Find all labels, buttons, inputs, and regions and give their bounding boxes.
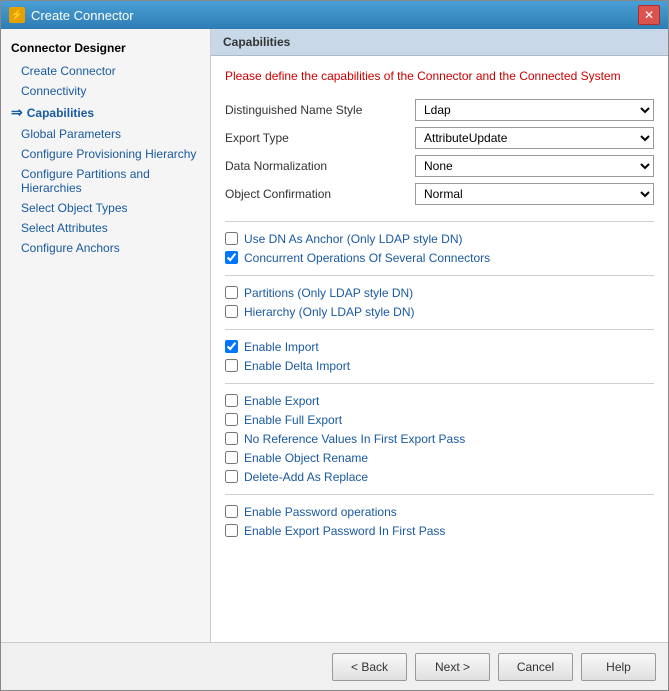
enable-import-checkbox[interactable] xyxy=(225,340,238,353)
checkbox-row-enable-object-rename: Enable Object Rename xyxy=(225,451,654,465)
checkbox-row-enable-full-export: Enable Full Export xyxy=(225,413,654,427)
object-confirmation-wrapper: Normal NoDeleteConfirmation xyxy=(415,183,654,205)
concurrent-ops-checkbox[interactable] xyxy=(225,251,238,264)
hierarchy-checkbox[interactable] xyxy=(225,305,238,318)
data-normalization-wrapper: None DeleteAddAsReplace xyxy=(415,155,654,177)
export-type-wrapper: AttributeUpdate ObjectReplace xyxy=(415,127,654,149)
next-button[interactable]: Next > xyxy=(415,653,490,681)
enable-object-rename-label[interactable]: Enable Object Rename xyxy=(244,451,368,465)
divider-1 xyxy=(225,221,654,222)
sidebar-item-connectivity[interactable]: Connectivity xyxy=(1,81,210,101)
enable-full-export-checkbox[interactable] xyxy=(225,413,238,426)
delete-add-as-replace-checkbox[interactable] xyxy=(225,470,238,483)
sidebar-item-configure-anchors[interactable]: Configure Anchors xyxy=(1,238,210,258)
checkbox-row-use-dn: Use DN As Anchor (Only LDAP style DN) xyxy=(225,232,654,246)
dn-style-row: Distinguished Name Style Ldap None Gener… xyxy=(225,99,654,121)
arrow-icon: ⇒ xyxy=(11,104,23,121)
divider-5 xyxy=(225,494,654,495)
checkbox-row-delete-add-as-replace: Delete-Add As Replace xyxy=(225,470,654,484)
enable-delta-import-label[interactable]: Enable Delta Import xyxy=(244,359,350,373)
sidebar-item-select-object-types[interactable]: Select Object Types xyxy=(1,198,210,218)
no-reference-values-checkbox[interactable] xyxy=(225,432,238,445)
checkbox-row-enable-export-password: Enable Export Password In First Pass xyxy=(225,524,654,538)
checkbox-row-enable-import: Enable Import xyxy=(225,340,654,354)
enable-export-password-checkbox[interactable] xyxy=(225,524,238,537)
right-panel: Capabilities Please define the capabilit… xyxy=(211,29,668,642)
checkbox-row-concurrent-ops: Concurrent Operations Of Several Connect… xyxy=(225,251,654,265)
concurrent-ops-label[interactable]: Concurrent Operations Of Several Connect… xyxy=(244,251,490,265)
form-section: Distinguished Name Style Ldap None Gener… xyxy=(225,99,654,205)
checkbox-row-hierarchy: Hierarchy (Only LDAP style DN) xyxy=(225,305,654,319)
window-title: Create Connector xyxy=(31,8,134,23)
enable-export-checkbox[interactable] xyxy=(225,394,238,407)
main-window: ⚡ Create Connector ✕ Connector Designer … xyxy=(0,0,669,691)
divider-4 xyxy=(225,383,654,384)
dn-style-wrapper: Ldap None Generic xyxy=(415,99,654,121)
sidebar-item-configure-provisioning[interactable]: Configure Provisioning Hierarchy xyxy=(1,144,210,164)
data-normalization-row: Data Normalization None DeleteAddAsRepla… xyxy=(225,155,654,177)
no-reference-values-label[interactable]: No Reference Values In First Export Pass xyxy=(244,432,465,446)
back-button[interactable]: < Back xyxy=(332,653,407,681)
enable-export-password-label[interactable]: Enable Export Password In First Pass xyxy=(244,524,445,538)
panel-body: Please define the capabilities of the Co… xyxy=(211,56,668,642)
main-content: Connector Designer Create Connector Conn… xyxy=(1,29,668,642)
delete-add-as-replace-label[interactable]: Delete-Add As Replace xyxy=(244,470,368,484)
enable-full-export-label[interactable]: Enable Full Export xyxy=(244,413,342,427)
sidebar-header: Connector Designer xyxy=(1,37,210,61)
export-type-row: Export Type AttributeUpdate ObjectReplac… xyxy=(225,127,654,149)
checkbox-row-enable-export: Enable Export xyxy=(225,394,654,408)
checkbox-row-partitions: Partitions (Only LDAP style DN) xyxy=(225,286,654,300)
partitions-checkbox[interactable] xyxy=(225,286,238,299)
enable-password-ops-label[interactable]: Enable Password operations xyxy=(244,505,397,519)
enable-import-label[interactable]: Enable Import xyxy=(244,340,319,354)
object-confirmation-select[interactable]: Normal NoDeleteConfirmation xyxy=(415,183,654,205)
checkbox-row-enable-password-ops: Enable Password operations xyxy=(225,505,654,519)
panel-header: Capabilities xyxy=(211,29,668,56)
partitions-label[interactable]: Partitions (Only LDAP style DN) xyxy=(244,286,413,300)
checkbox-row-no-reference-values: No Reference Values In First Export Pass xyxy=(225,432,654,446)
enable-password-ops-checkbox[interactable] xyxy=(225,505,238,518)
checkbox-row-enable-delta-import: Enable Delta Import xyxy=(225,359,654,373)
sidebar-item-capabilities[interactable]: ⇒ Capabilities xyxy=(1,101,210,124)
data-normalization-label: Data Normalization xyxy=(225,159,415,173)
info-text: Please define the capabilities of the Co… xyxy=(225,68,654,85)
close-button[interactable]: ✕ xyxy=(638,5,660,25)
dn-style-label: Distinguished Name Style xyxy=(225,103,415,117)
checkbox-group-3: Enable Import Enable Delta Import xyxy=(225,340,654,373)
sidebar-item-configure-partitions[interactable]: Configure Partitions and Hierarchies xyxy=(1,164,210,198)
hierarchy-label[interactable]: Hierarchy (Only LDAP style DN) xyxy=(244,305,414,319)
help-button[interactable]: Help xyxy=(581,653,656,681)
cancel-button[interactable]: Cancel xyxy=(498,653,573,681)
sidebar-item-create-connector[interactable]: Create Connector xyxy=(1,61,210,81)
checkbox-group-1: Use DN As Anchor (Only LDAP style DN) Co… xyxy=(225,232,654,265)
sidebar-item-global-parameters[interactable]: Global Parameters xyxy=(1,124,210,144)
checkbox-group-2: Partitions (Only LDAP style DN) Hierarch… xyxy=(225,286,654,319)
object-confirmation-label: Object Confirmation xyxy=(225,187,415,201)
data-normalization-select[interactable]: None DeleteAddAsReplace xyxy=(415,155,654,177)
dn-style-select[interactable]: Ldap None Generic xyxy=(415,99,654,121)
sidebar-item-select-attributes[interactable]: Select Attributes xyxy=(1,218,210,238)
export-type-select[interactable]: AttributeUpdate ObjectReplace xyxy=(415,127,654,149)
use-dn-anchor-label[interactable]: Use DN As Anchor (Only LDAP style DN) xyxy=(244,232,463,246)
export-type-label: Export Type xyxy=(225,131,415,145)
checkbox-group-5: Enable Password operations Enable Export… xyxy=(225,505,654,538)
object-confirmation-row: Object Confirmation Normal NoDeleteConfi… xyxy=(225,183,654,205)
sidebar: Connector Designer Create Connector Conn… xyxy=(1,29,211,642)
divider-2 xyxy=(225,275,654,276)
enable-object-rename-checkbox[interactable] xyxy=(225,451,238,464)
bottom-bar: < Back Next > Cancel Help xyxy=(1,642,668,690)
use-dn-anchor-checkbox[interactable] xyxy=(225,232,238,245)
checkbox-group-4: Enable Export Enable Full Export No Refe… xyxy=(225,394,654,484)
enable-delta-import-checkbox[interactable] xyxy=(225,359,238,372)
app-icon: ⚡ xyxy=(9,7,25,23)
divider-3 xyxy=(225,329,654,330)
title-bar: ⚡ Create Connector ✕ xyxy=(1,1,668,29)
enable-export-label[interactable]: Enable Export xyxy=(244,394,319,408)
title-bar-left: ⚡ Create Connector xyxy=(9,7,134,23)
